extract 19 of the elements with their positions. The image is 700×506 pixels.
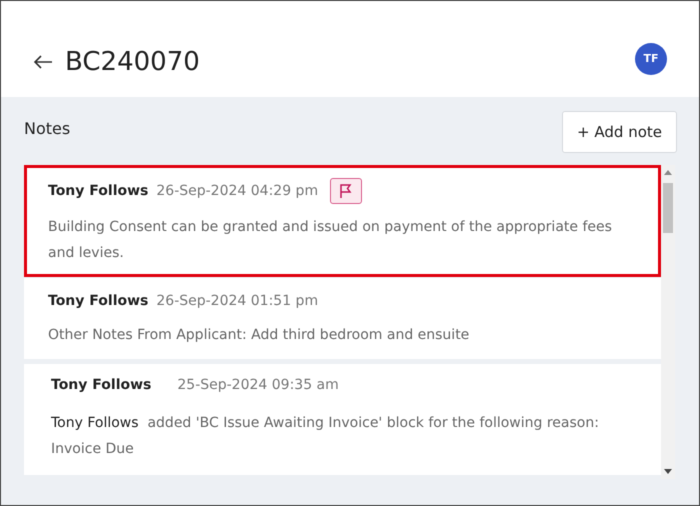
scroll-down-icon[interactable]	[664, 469, 672, 475]
scrollbar[interactable]	[661, 165, 675, 479]
note-timestamp: 26-Sep-2024 01:51 pm	[156, 292, 318, 311]
back-arrow-icon[interactable]	[33, 54, 53, 70]
scrollbar-thumb[interactable]	[663, 183, 673, 233]
note-timestamp: 25-Sep-2024 09:35 am	[177, 376, 339, 395]
note-author: Tony Follows	[48, 182, 148, 200]
note-text: Other Notes From Applicant: Add third bedroom and ensuite	[48, 326, 470, 345]
note-text: Building Consent can be granted and issued on payment of the appropriate fees and levies.	[48, 218, 613, 263]
note-author: Tony Follows	[48, 292, 148, 311]
page-title: BC240070	[65, 49, 200, 75]
scroll-up-icon[interactable]	[664, 169, 672, 175]
flag-icon[interactable]	[330, 178, 362, 204]
note-text: Tony Follows added 'BC Issue Awaiting Invoice' block for the following reason: Invoice Due	[51, 414, 600, 459]
note-author: Tony Follows	[51, 376, 152, 395]
add-note-button[interactable]: + Add note	[562, 111, 677, 153]
note-timestamp: 26-Sep-2024 04:29 pm	[156, 182, 318, 200]
user-avatar[interactable]: TF	[635, 43, 667, 75]
notes-heading: Notes	[24, 118, 70, 140]
